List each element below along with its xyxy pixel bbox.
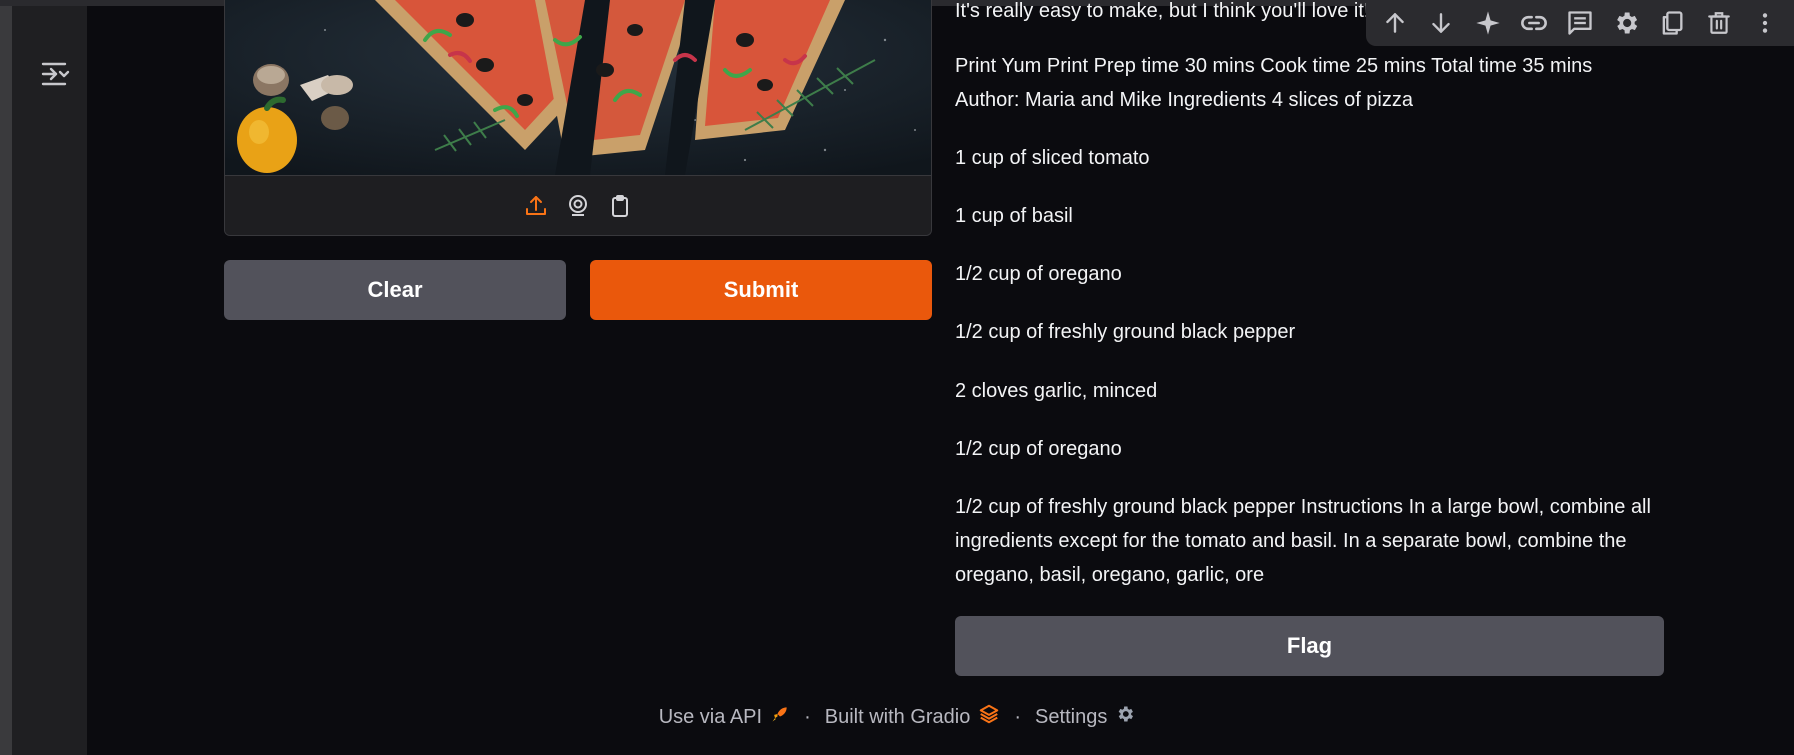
built-with-gradio-label: Built with Gradio xyxy=(824,705,971,728)
output-paragraph: 1/2 cup of freshly ground black pepper I… xyxy=(955,496,1651,586)
flag-button[interactable]: Flag xyxy=(955,616,1664,676)
output-paragraph: 1 cup of sliced tomato xyxy=(955,147,1150,169)
footer-separator: · xyxy=(804,705,811,728)
output-paragraph: 1 cup of basil xyxy=(955,205,1073,227)
sidebar-collapse-icon[interactable] xyxy=(34,56,78,92)
output-paragraph: 1/2 cup of oregano xyxy=(955,263,1122,285)
gear-icon[interactable] xyxy=(1610,7,1642,39)
trash-icon[interactable] xyxy=(1703,7,1735,39)
settings-label: Settings xyxy=(1035,705,1108,728)
cell-toolbar xyxy=(1366,0,1794,46)
output-paragraph: 1/2 cup of oregano xyxy=(955,438,1122,460)
upload-icon[interactable] xyxy=(522,192,550,220)
clear-button[interactable]: Clear xyxy=(224,260,566,320)
sparkle-icon[interactable] xyxy=(1472,7,1504,39)
more-vertical-icon[interactable] xyxy=(1749,7,1781,39)
clipboard-icon[interactable] xyxy=(606,192,634,220)
sidebar xyxy=(12,0,87,755)
submit-button[interactable]: Submit xyxy=(590,260,932,320)
arrow-up-icon[interactable] xyxy=(1379,7,1411,39)
comment-icon[interactable] xyxy=(1564,7,1596,39)
settings-link[interactable]: Settings xyxy=(1035,704,1135,730)
use-via-api-label: Use via API xyxy=(658,705,763,728)
footer-separator: · xyxy=(1014,705,1022,728)
output-paragraph: 1/2 cup of freshly ground black pepper xyxy=(955,321,1296,343)
rocket-icon xyxy=(770,704,790,730)
gradio-logo-icon xyxy=(978,703,1000,731)
window-edge xyxy=(0,0,12,755)
gear-icon xyxy=(1115,704,1135,730)
output-paragraph: 2 cloves garlic, minced xyxy=(955,380,1158,402)
arrow-down-icon[interactable] xyxy=(1425,7,1457,39)
image-source-toolbar xyxy=(225,175,931,235)
pizza-image xyxy=(225,0,931,175)
webcam-icon[interactable] xyxy=(564,192,592,220)
use-via-api-link[interactable]: Use via API xyxy=(659,704,790,730)
footer: Use via API · Built with Gradio · Settin… xyxy=(0,700,1794,734)
built-with-gradio-link[interactable]: Built with Gradio xyxy=(825,703,1001,731)
image-input-panel[interactable] xyxy=(224,0,932,236)
link-icon[interactable] xyxy=(1518,7,1550,39)
duplicate-icon[interactable] xyxy=(1656,7,1688,39)
app-window: Clear Submit It's really easy to make, b… xyxy=(0,0,1794,755)
output-paragraph: Print Yum Print Prep time 30 mins Cook t… xyxy=(955,55,1593,111)
